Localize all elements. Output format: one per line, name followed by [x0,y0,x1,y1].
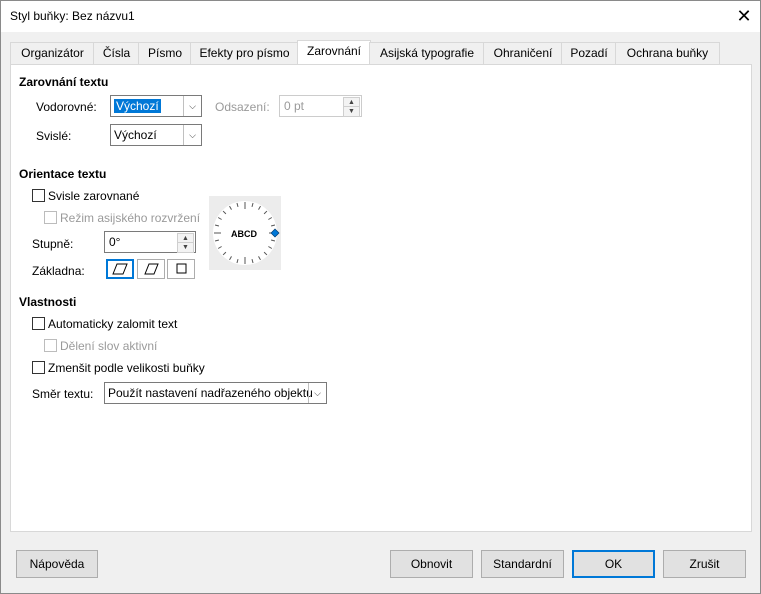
tab-background[interactable]: Pozadí [561,42,617,64]
spin-down-icon[interactable]: ▼ [343,106,360,117]
tab-borders[interactable]: Ohraničení [483,42,563,64]
help-button[interactable]: Nápověda [16,550,98,578]
tab-numbers[interactable]: Čísla [93,42,140,64]
base-inside-icon [176,263,187,274]
degrees-spinner[interactable]: 0° ▲ ▼ [104,231,196,253]
tab-cell-protection[interactable]: Ochrana buňky [615,42,720,64]
hyphenation-label: Dělení slov aktivní [60,339,158,353]
asian-layout-checkbox[interactable] [44,211,57,224]
ok-button[interactable]: OK [572,550,655,578]
tab-organizer[interactable]: Organizátor [10,42,95,64]
direction-value: Použít nastavení nadřazeného objektu [108,386,313,400]
chevron-down-icon: ⌵ [183,96,201,116]
horizontal-select[interactable]: Výchozí ⌵ [110,95,202,117]
degrees-value: 0° [109,235,121,249]
wrap-text-checkbox[interactable] [32,317,45,330]
chevron-down-icon: ⌵ [183,125,201,145]
direction-select[interactable]: Použít nastavení nadřazeného objektu ⌵ [104,382,327,404]
tab-alignment[interactable]: Zarovnání [297,40,371,65]
hyphenation-checkbox[interactable] [44,339,57,352]
window-title: Styl buňky: Bez názvu1 [10,9,135,23]
tab-font[interactable]: Písmo [138,42,192,64]
reset-button[interactable]: Obnovit [390,550,473,578]
close-icon[interactable]: ✕ [730,4,758,28]
cancel-button[interactable]: Zrušit [663,550,746,578]
shrink-checkbox[interactable] [32,361,45,374]
direction-label: Směr textu: [32,387,94,401]
indent-label: Odsazení: [215,100,270,114]
indent-value: 0 pt [284,99,305,113]
tab-font-effects[interactable]: Efekty pro písmo [190,42,299,64]
properties-heading: Vlastnosti [19,295,77,309]
dial-text: ABCD [231,229,257,239]
alignment-heading: Zarovnání textu [19,75,109,89]
indent-spinner[interactable]: 0 pt ▲ ▼ [279,95,362,117]
chevron-down-icon: ⌵ [308,383,326,403]
wrap-text-label: Automaticky zalomit text [48,317,178,331]
vertical-label: Svislé: [36,129,72,143]
base-bottom-icon [112,263,128,275]
asian-layout-label: Režim asijského rozvržení [60,211,201,225]
horizontal-label: Vodorovné: [36,100,97,114]
shrink-label: Zmenšit podle velikosti buňky [48,361,205,375]
vertical-select[interactable]: Výchozí ⌵ [110,124,202,146]
rotation-dial[interactable]: ABCD [209,196,281,270]
degrees-label: Stupně: [32,237,74,251]
standard-button[interactable]: Standardní [481,550,564,578]
base-top-button[interactable] [137,259,165,279]
spin-down-icon[interactable]: ▼ [177,242,194,253]
base-label: Základna: [32,264,85,278]
base-bottom-button[interactable] [106,259,134,279]
base-top-icon [144,263,159,275]
orientation-heading: Orientace textu [19,167,107,181]
tab-strip: Organizátor Čísla Písmo Efekty pro písmo… [10,40,750,65]
base-inside-button[interactable] [167,259,195,279]
vertically-stacked-label: Svisle zarovnané [48,189,140,203]
horizontal-value: Výchozí [114,99,161,113]
tab-asian-typography[interactable]: Asijská typografie [369,42,485,64]
vertical-value: Výchozí [114,128,157,142]
vertically-stacked-checkbox[interactable] [32,189,45,202]
